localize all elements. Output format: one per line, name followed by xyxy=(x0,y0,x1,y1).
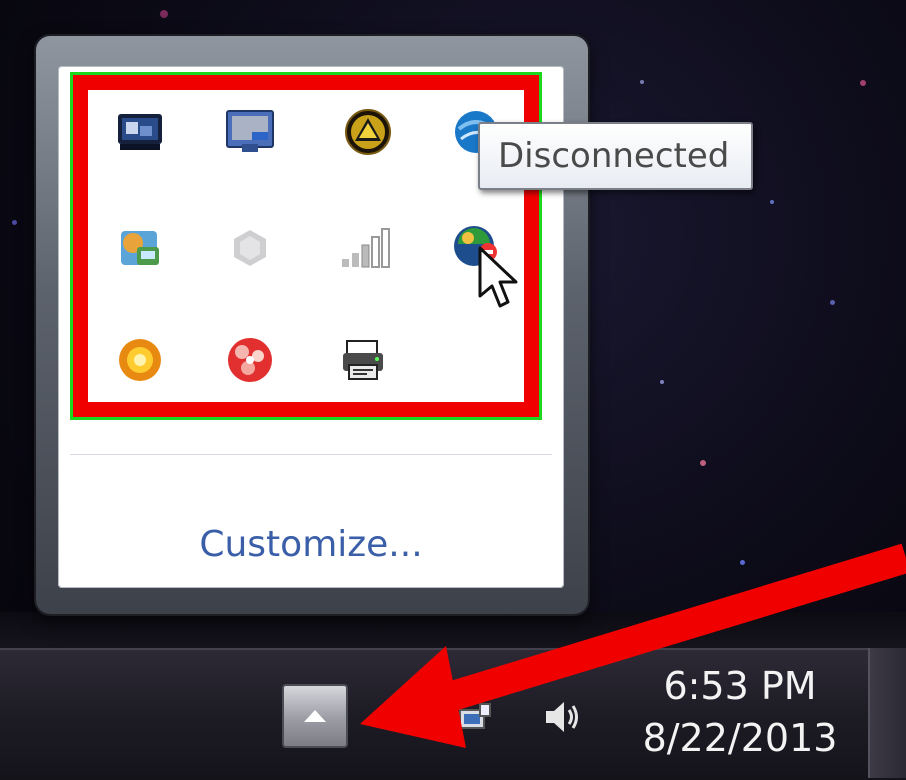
red-arrow-annotation xyxy=(360,543,906,748)
